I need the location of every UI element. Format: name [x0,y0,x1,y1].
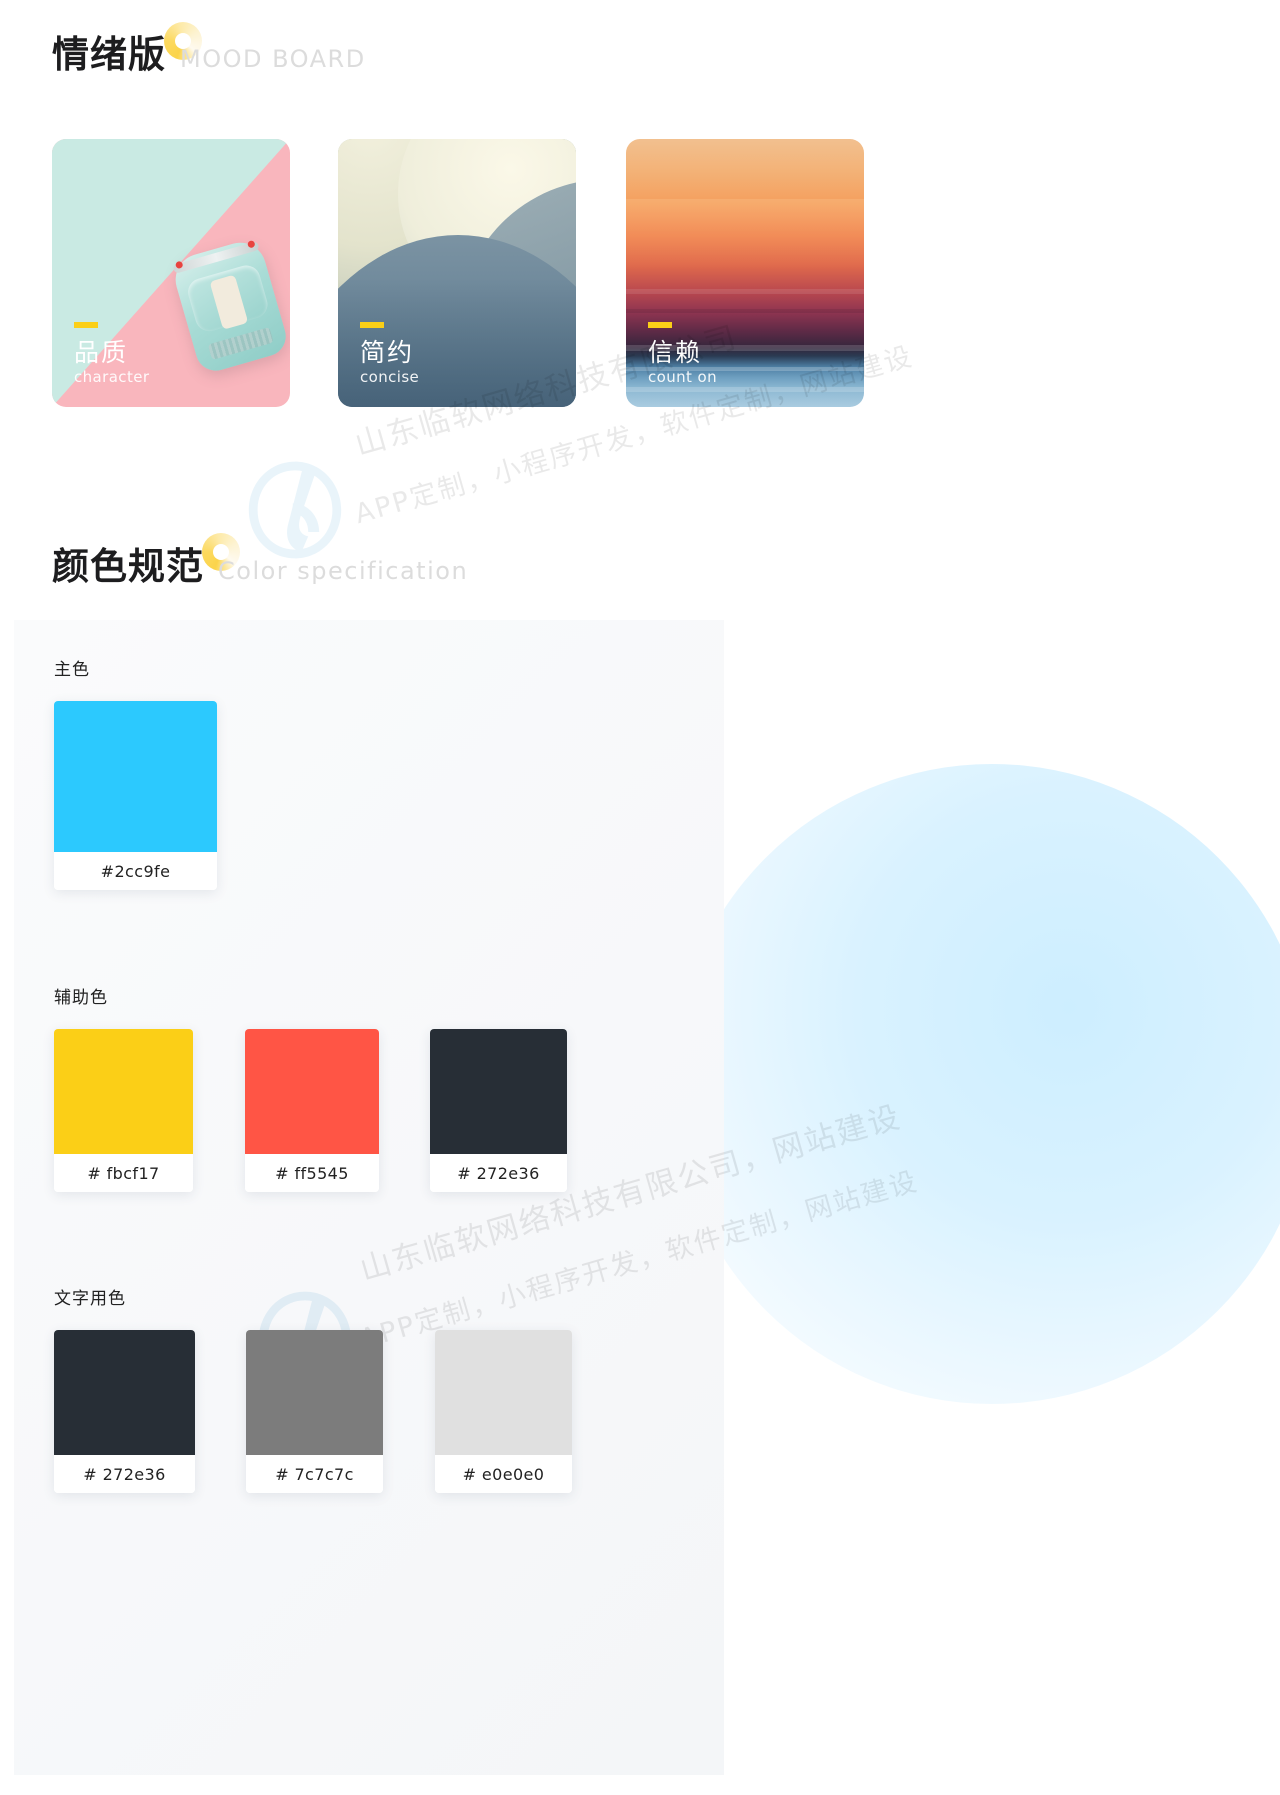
swatch-hex-label: # fbcf17 [54,1154,193,1192]
swatch-hex-label: # 272e36 [54,1455,195,1493]
section-title-en: Color specification [218,557,469,585]
swatch-color-chip [430,1029,567,1154]
swatch-hex-label: # ff5545 [245,1154,379,1192]
mood-card-label-cn: 信赖 [648,337,703,367]
swatch-hex-label: #2cc9fe [54,852,217,890]
section-title-cn: 颜色规范 [52,545,204,588]
toy-car-illustration [169,236,290,376]
swatch-color-chip [54,1330,195,1455]
mood-card[interactable]: 品质 character [52,139,290,407]
swatch-color-chip [54,701,217,852]
section-heading-color-specification: 颜色规范 Color specification [52,533,469,588]
swatch-color-chip [245,1029,379,1154]
caption-dash-icon [648,321,672,328]
swatch-hex-label: # e0e0e0 [435,1455,572,1493]
color-group-label: 辅助色 [54,988,108,1008]
background-decorative-circle [672,764,1280,1404]
mood-card-label-en: count on [648,367,717,386]
color-group-label: 文字用色 [54,1289,126,1309]
color-swatch[interactable]: # 272e36 [54,1330,195,1493]
section-title-cn: 情绪版 [52,33,166,76]
swatch-color-chip [246,1330,383,1455]
mood-card-label-cn: 简约 [360,337,415,367]
color-swatch[interactable]: #2cc9fe [54,701,217,890]
mood-card[interactable]: 信赖 count on [626,139,864,407]
mood-card-caption: 简约 concise [360,321,420,388]
color-swatch[interactable]: # 272e36 [430,1029,567,1192]
section-title-en: MOOD BOARD [180,45,366,73]
color-group-label: 主色 [54,660,90,680]
mood-card[interactable]: 简约 concise [338,139,576,407]
color-swatch[interactable]: # 7c7c7c [246,1330,383,1493]
color-swatch[interactable]: # e0e0e0 [435,1330,572,1493]
color-swatch[interactable]: # ff5545 [245,1029,379,1192]
caption-dash-icon [360,321,384,328]
mood-card-caption: 信赖 count on [648,321,717,388]
mood-card-label-cn: 品质 [74,337,129,367]
swatch-hex-label: # 272e36 [430,1154,567,1192]
mood-card-label-en: character [74,367,150,386]
swatch-color-chip [54,1029,193,1154]
swatch-hex-label: # 7c7c7c [246,1455,383,1493]
mood-card-label-en: concise [360,367,420,386]
color-swatch[interactable]: # fbcf17 [54,1029,193,1192]
caption-dash-icon [74,321,98,328]
section-heading-mood-board: 情绪版 MOOD BOARD [52,22,366,76]
swatch-color-chip [435,1330,572,1455]
mood-card-caption: 品质 character [74,321,150,388]
